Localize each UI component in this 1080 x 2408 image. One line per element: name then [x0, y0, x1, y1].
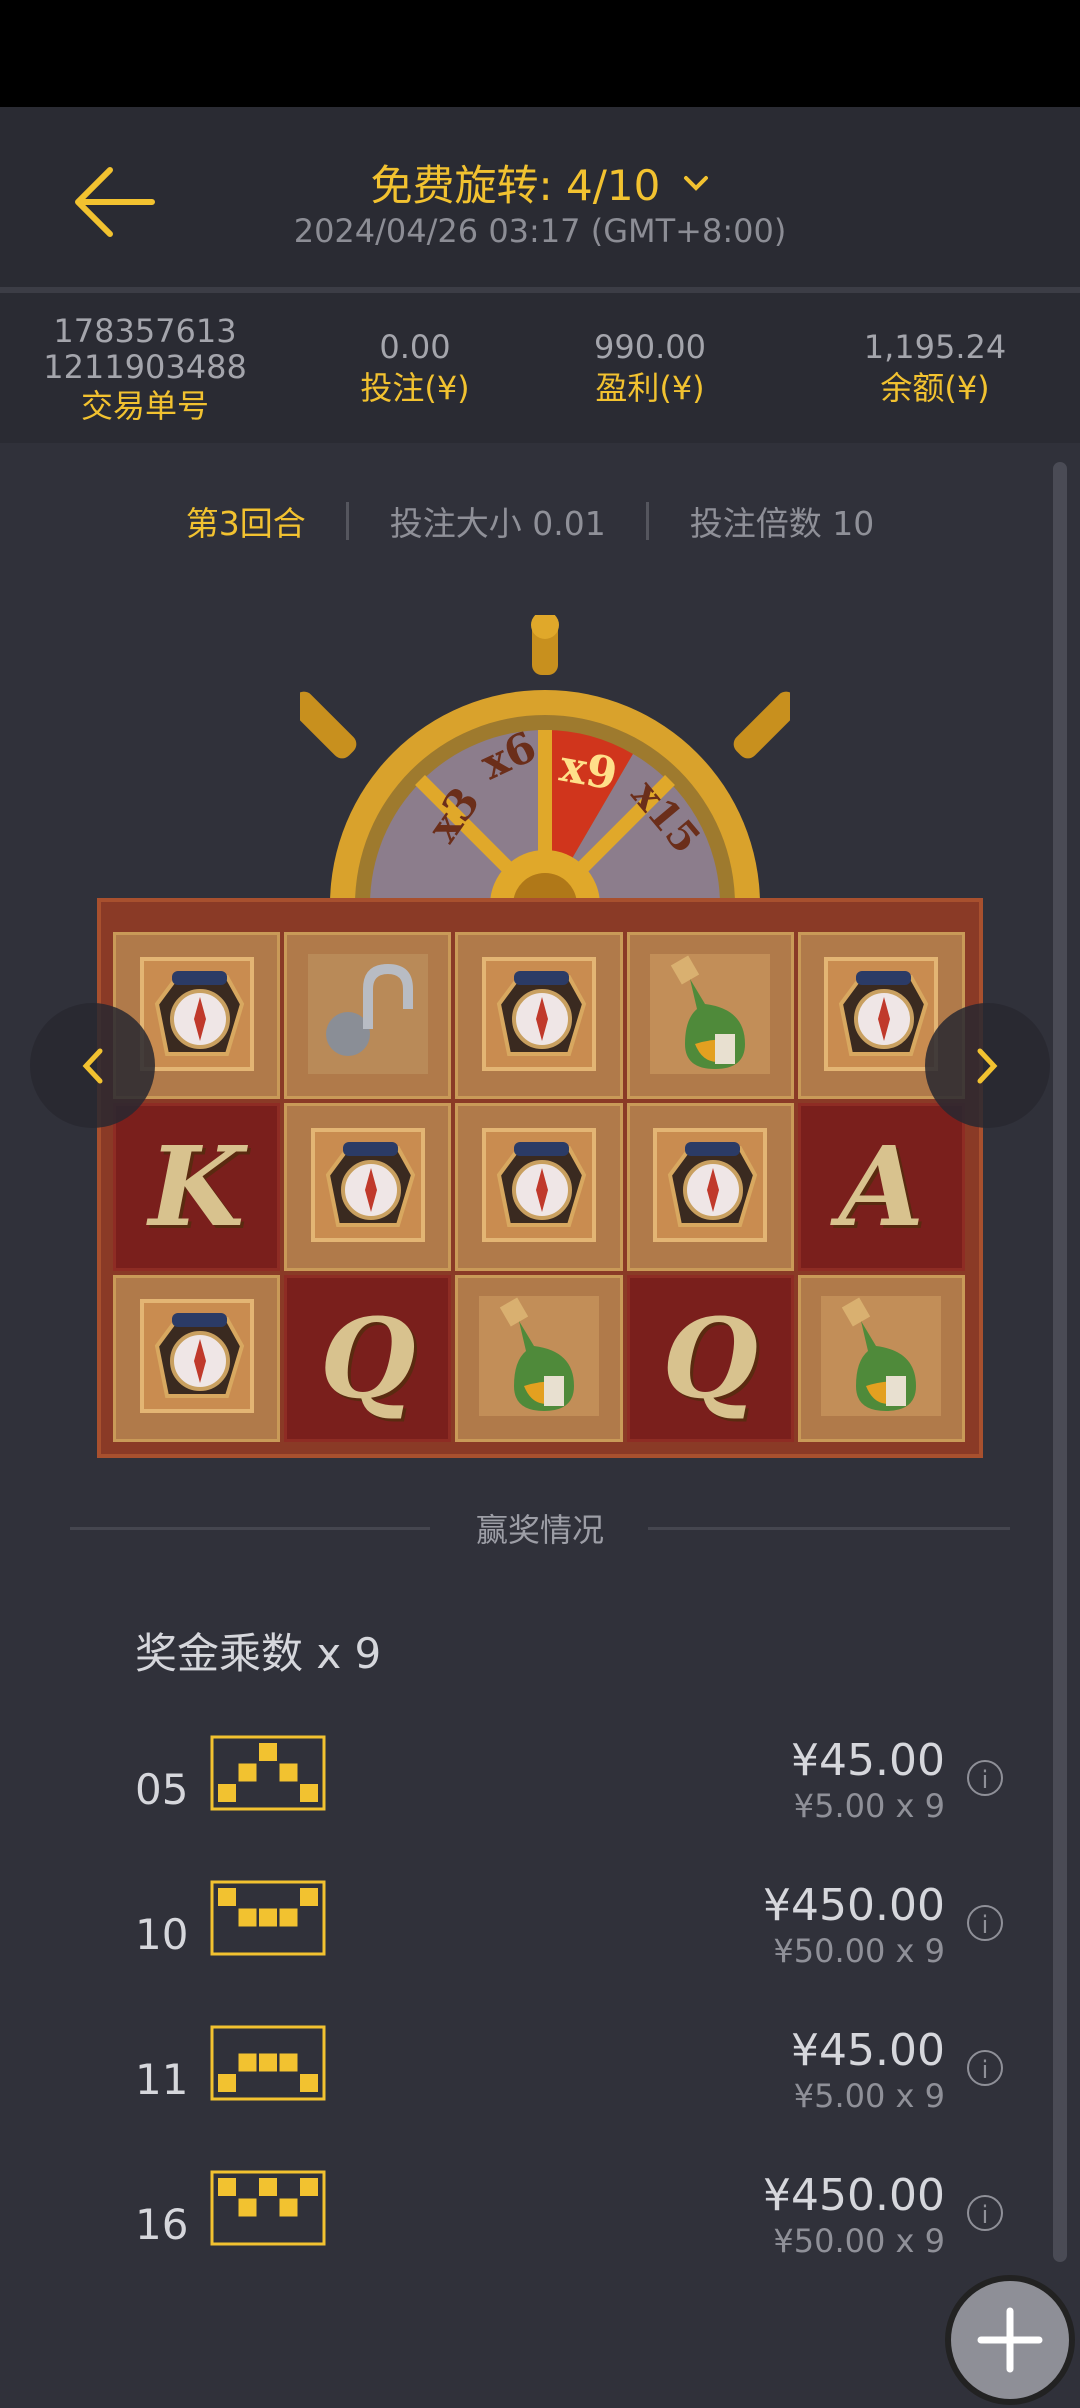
order-number-line2: 1211903488	[43, 348, 247, 386]
reel-letter-symbol: K	[148, 1122, 245, 1252]
reel-board: KAQQ	[97, 898, 983, 1458]
payline-calculation: ¥50.00 x 9	[773, 2222, 945, 2260]
reel-grid: KAQQ	[113, 932, 965, 1442]
compass-icon	[132, 1291, 262, 1425]
bottle-icon	[474, 1291, 604, 1425]
balance-value: 1,195.24	[863, 328, 1007, 366]
reel-letter-symbol: Q	[662, 1293, 759, 1423]
separator	[346, 502, 350, 540]
reel-cell	[797, 1274, 965, 1442]
payline-amount: ¥450.00	[763, 2170, 945, 2221]
round-info: 第3回合 投注大小 0.01 投注倍数 10	[0, 497, 1060, 545]
reel-cell: K	[113, 1103, 281, 1271]
chevron-right-icon	[977, 1048, 998, 1084]
header: 免费旋转: 4/10 2024/04/26 03:17 (GMT+8:00)	[0, 107, 1080, 287]
balance-label: 余额(¥)	[880, 369, 990, 407]
payline-calculation: ¥5.00 x 9	[793, 2077, 945, 2115]
reel-cell: A	[797, 1103, 965, 1271]
info-icon[interactable]: i	[967, 2195, 1003, 2231]
order-number-stat: 178357613 1211903488 交易单号	[40, 313, 250, 425]
payline-pattern-icon	[210, 1880, 326, 1956]
reel-cell	[626, 932, 794, 1100]
payline-amount: ¥450.00	[763, 1880, 945, 1931]
compass-icon	[303, 1120, 433, 1254]
reel-cell	[626, 1103, 794, 1271]
info-icon[interactable]: i	[967, 1905, 1003, 1941]
bet-size: 投注大小 0.01	[389, 504, 606, 543]
payline-number: 10	[135, 1910, 189, 1959]
chevron-left-icon	[82, 1048, 103, 1084]
reel-cell: Q	[284, 1274, 452, 1442]
order-number-line1: 178357613	[53, 312, 237, 350]
bet-multiplier: 投注倍数 10	[689, 504, 875, 543]
reel-cell	[455, 1103, 623, 1271]
payline-pattern-icon	[210, 2170, 326, 2246]
payline-calculation: ¥5.00 x 9	[793, 1787, 945, 1825]
ship-wheel-multiplier: x3 x6 x9 x15	[300, 615, 790, 905]
compass-icon	[474, 1120, 604, 1254]
payline-row: 05 ¥45.00 ¥5.00 x 9 i	[135, 1735, 1035, 1845]
bet-value: 0.00	[379, 328, 451, 366]
win-multiplier: 奖金乘数 x 9	[135, 1629, 382, 1678]
balance-stat: 1,195.24 余额(¥)	[835, 328, 1035, 408]
payline-row: 11 ¥45.00 ¥5.00 x 9 i	[135, 2025, 1035, 2135]
hook-icon	[303, 949, 433, 1083]
win-section-header: 赢奖情况	[70, 1505, 1010, 1549]
spin-datetime: 2024/04/26 03:17 (GMT+8:00)	[293, 212, 787, 250]
add-button[interactable]	[945, 2275, 1075, 2405]
wheel-label-x9: x9	[556, 741, 621, 801]
reel-letter-symbol: A	[838, 1122, 925, 1252]
separator	[646, 502, 650, 540]
profit-label: 盈利(¥)	[595, 369, 705, 407]
compass-icon	[474, 949, 604, 1083]
payline-pattern-icon	[210, 1735, 326, 1811]
win-section-title: 赢奖情况	[475, 1511, 604, 1549]
page-title[interactable]: 免费旋转: 4/10	[371, 152, 661, 213]
info-icon[interactable]: i	[967, 1760, 1003, 1796]
payline-row: 10 ¥450.00 ¥50.00 x 9 i	[135, 1880, 1035, 1990]
reel-cell	[113, 1274, 281, 1442]
reel-cell	[284, 932, 452, 1100]
chevron-down-icon[interactable]	[683, 174, 709, 192]
title-row[interactable]: 免费旋转: 4/10	[0, 152, 1080, 213]
payline-pattern-icon	[210, 2025, 326, 2101]
previous-round-button[interactable]	[30, 1003, 155, 1128]
scrollbar[interactable]	[1053, 462, 1067, 2262]
status-bar	[0, 0, 1080, 107]
bet-stat: 0.00 投注(¥)	[320, 328, 510, 408]
reel-cell	[284, 1103, 452, 1271]
stats-bar: 178357613 1211903488 交易单号 0.00 投注(¥) 990…	[0, 293, 1080, 443]
order-number-label: 交易单号	[80, 387, 209, 425]
bottle-icon	[816, 1291, 946, 1425]
plus-icon	[977, 2307, 1043, 2373]
bet-label: 投注(¥)	[360, 369, 470, 407]
reel-cell	[455, 932, 623, 1100]
payline-amount: ¥45.00	[791, 2025, 945, 2076]
payline-number: 16	[135, 2200, 189, 2249]
payline-row: 16 ¥450.00 ¥50.00 x 9 i	[135, 2170, 1035, 2280]
round-label: 第3回合	[185, 504, 306, 543]
reel-letter-symbol: Q	[319, 1293, 416, 1423]
payline-number: 05	[135, 1765, 189, 1814]
bottle-icon	[645, 949, 775, 1083]
next-round-button[interactable]	[925, 1003, 1050, 1128]
reel-cell: Q	[626, 1274, 794, 1442]
profit-stat: 990.00 盈利(¥)	[555, 328, 745, 408]
info-icon[interactable]: i	[967, 2050, 1003, 2086]
payline-amount: ¥45.00	[791, 1735, 945, 1786]
payline-calculation: ¥50.00 x 9	[773, 1932, 945, 1970]
profit-value: 990.00	[594, 328, 706, 366]
payline-number: 11	[135, 2055, 189, 2104]
reel-cell	[455, 1274, 623, 1442]
compass-icon	[645, 1120, 775, 1254]
